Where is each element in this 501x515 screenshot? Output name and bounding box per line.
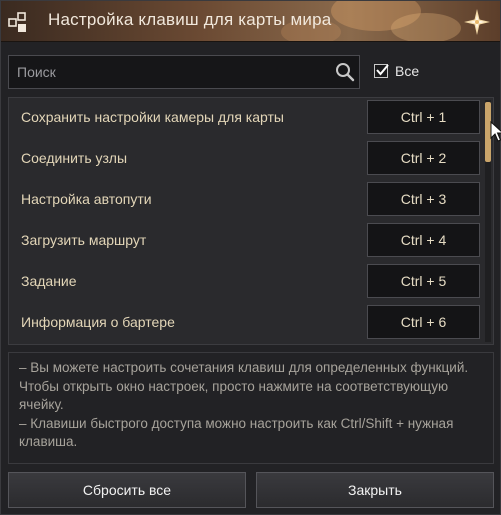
shortcut-list: Сохранить настройки камеры для карты Ctr… [8, 97, 494, 345]
checkbox[interactable] [374, 64, 389, 78]
key-binding-cell[interactable]: Ctrl + 6 [367, 305, 480, 339]
key-binding-cell[interactable]: Ctrl + 1 [367, 100, 480, 134]
title-decoration [391, 13, 461, 41]
shortcut-label: Настройка автопути [21, 191, 152, 207]
help-text-line: – Вы можете настроить сочетания клавиш д… [19, 360, 469, 412]
key-binding-cell[interactable]: Ctrl + 5 [367, 264, 480, 298]
title-bar[interactable]: Настройка клавиш для карты мира [1, 1, 500, 42]
reset-all-button[interactable]: Сбросить все [8, 472, 246, 508]
shortcut-label: Соединить узлы [21, 150, 128, 166]
key-binding-cell[interactable]: Ctrl + 4 [367, 223, 480, 257]
help-text-line: – Клавиши быстрого доступа можно настрои… [19, 415, 454, 450]
help-text-box: – Вы можете настроить сочетания клавиш д… [8, 352, 494, 464]
shortcut-label: Информация о бартере [21, 314, 175, 330]
window-title: Настройка клавиш для карты мира [48, 10, 332, 29]
list-item: Сохранить настройки камеры для карты Ctr… [9, 98, 480, 139]
all-filter-checkbox[interactable]: Все [374, 63, 419, 79]
checkmark-icon [376, 64, 389, 76]
list-item: Загрузить маршрут Ctrl + 4 [9, 221, 480, 262]
mouse-cursor-icon [490, 121, 501, 142]
search-icon[interactable] [335, 62, 355, 82]
all-filter-label: Все [395, 63, 420, 79]
shortcut-label: Задание [21, 273, 77, 289]
close-button[interactable]: Закрыть [256, 472, 494, 508]
key-binding-cell[interactable]: Ctrl + 2 [367, 141, 480, 175]
list-item: Задание Ctrl + 5 [9, 262, 480, 303]
star-ornament-icon [464, 9, 490, 35]
world-map-keybind-window: Настройка клавиш для карты мира Все Сохр… [0, 0, 501, 515]
list-item: Информация о бартере Ctrl + 6 [9, 303, 480, 344]
shortcut-label: Загрузить маршрут [21, 232, 147, 248]
list-item: Настройка автопути Ctrl + 3 [9, 180, 480, 221]
keyboard-shortcut-icon [8, 12, 26, 32]
search-box[interactable] [8, 55, 360, 89]
shortcut-label: Сохранить настройки камеры для карты [21, 109, 284, 125]
key-binding-cell[interactable]: Ctrl + 3 [367, 182, 480, 216]
list-item: Соединить узлы Ctrl + 2 [9, 139, 480, 180]
search-input[interactable] [9, 56, 329, 88]
